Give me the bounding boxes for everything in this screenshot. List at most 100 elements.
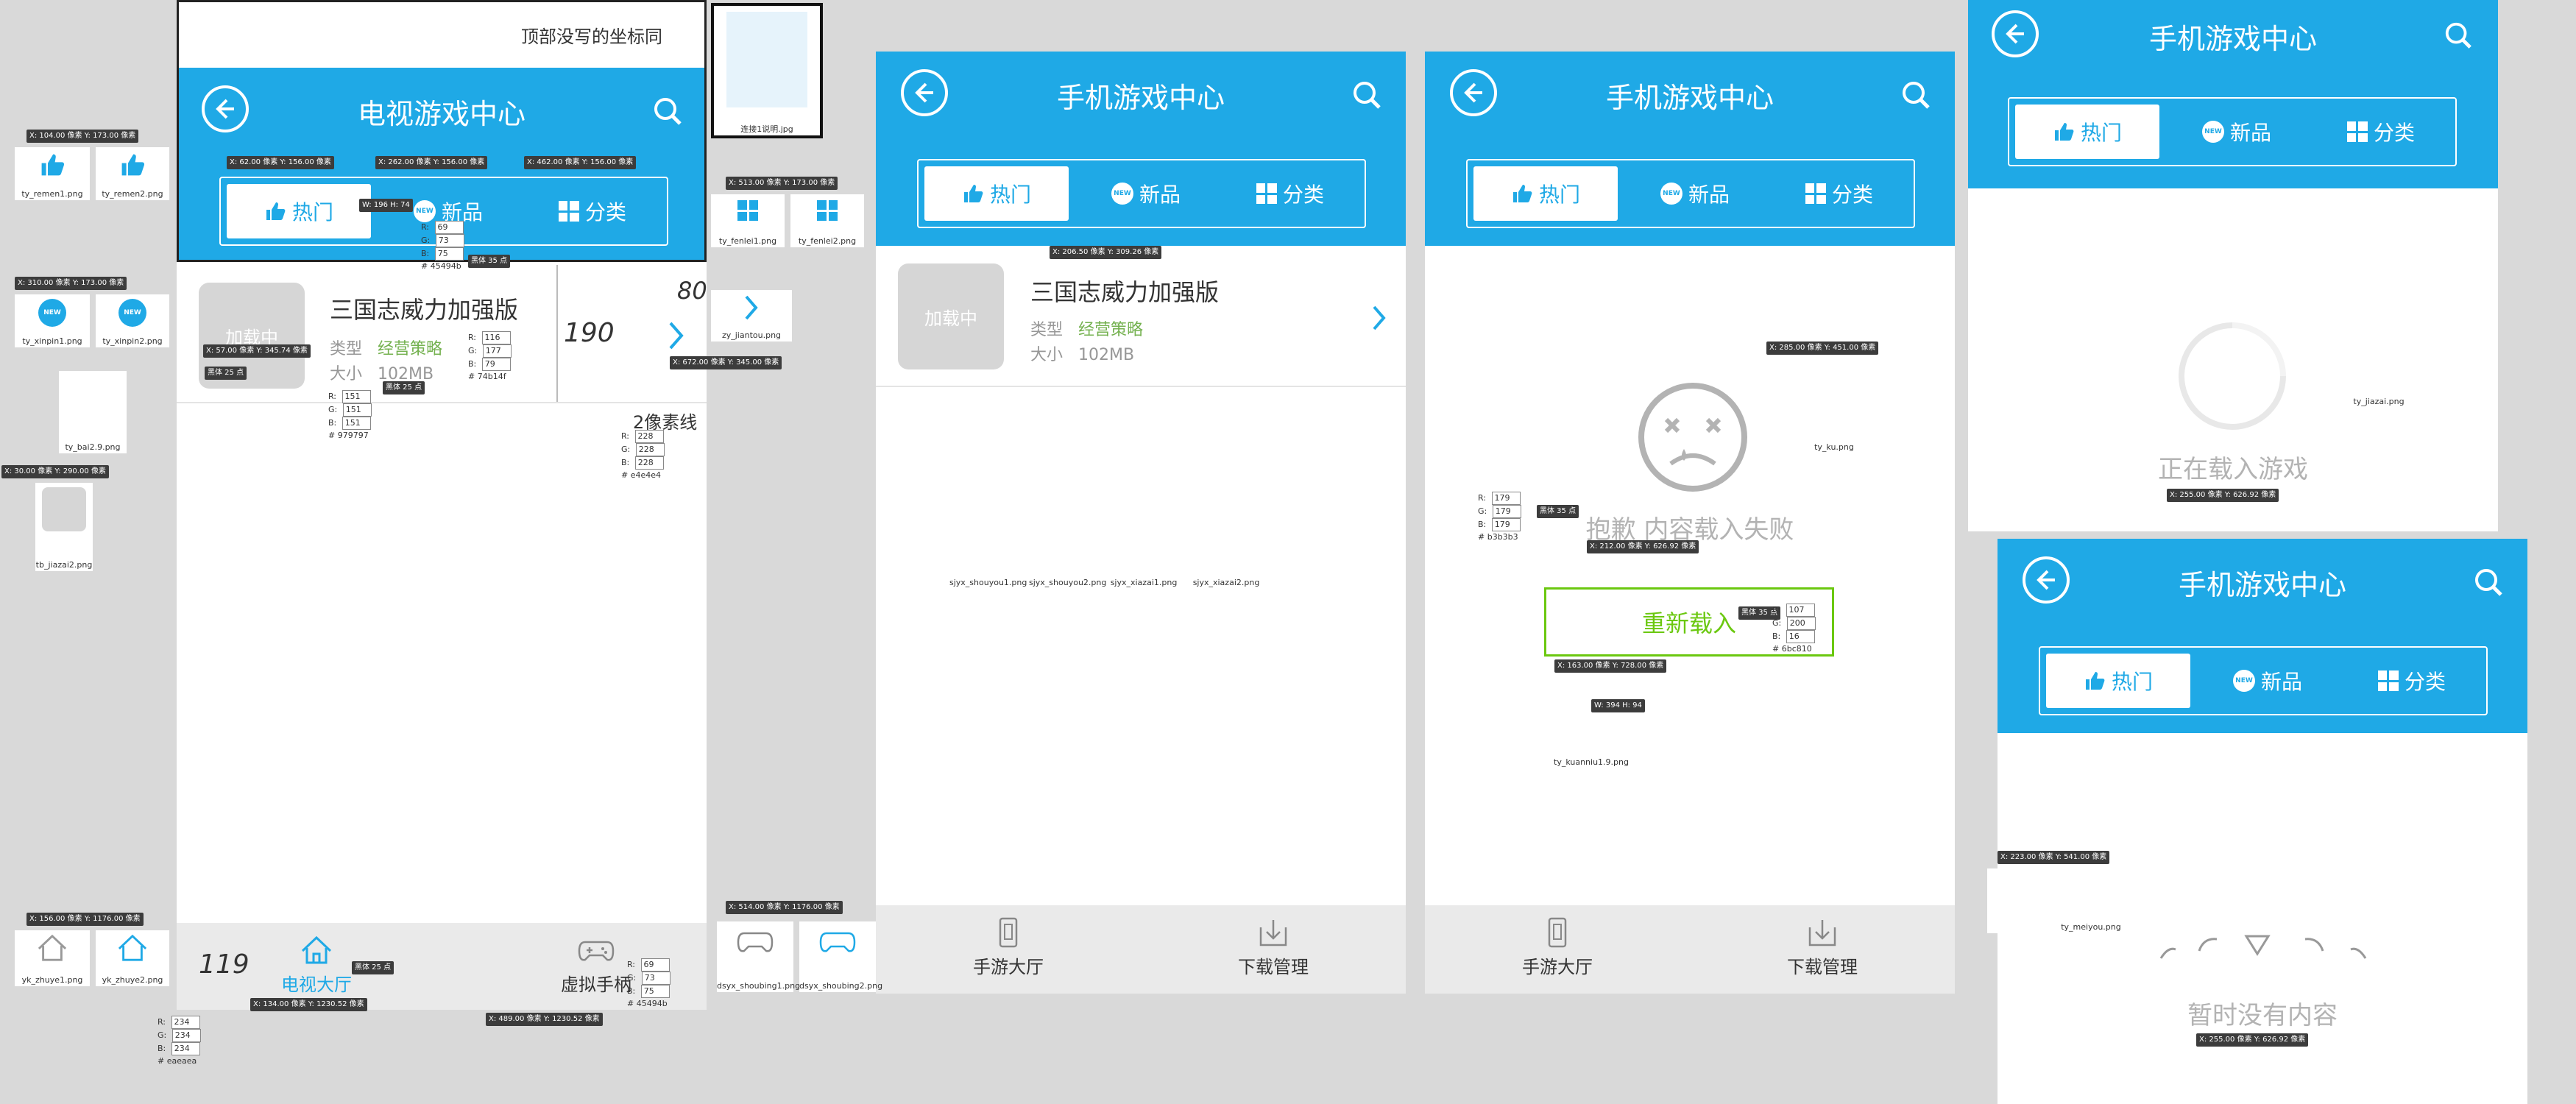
- coord-label: X: 489.00 像素 Y: 1230.52 像素: [486, 1013, 603, 1026]
- search-icon[interactable]: [652, 96, 683, 127]
- asset-lianjie: 连接1说明.jpg: [711, 3, 823, 138]
- grid-icon: [1256, 183, 1277, 204]
- tab-category[interactable]: 分类: [1220, 166, 1360, 221]
- asset-ty-xinpin2: NEW ty_xinpin2.png: [96, 294, 169, 347]
- tab-category[interactable]: 分类: [1769, 166, 1909, 221]
- type-label: 类型: [1030, 321, 1064, 339]
- tab-bar: 热门 NEW 新品 分类: [1466, 159, 1915, 228]
- asset-ty-remen1: ty_remen1.png: [15, 147, 90, 200]
- game-title: 三国志威力加强版: [1030, 278, 1220, 306]
- genre: 经营策略: [1078, 321, 1144, 339]
- new-icon: NEW: [2232, 670, 2255, 692]
- download-icon: [1808, 920, 1836, 946]
- search-icon[interactable]: [1351, 79, 1382, 110]
- tab-hot[interactable]: 热门: [924, 166, 1069, 221]
- tab-category[interactable]: 分类: [523, 184, 662, 238]
- page-title: 手机游戏中心: [1056, 82, 1225, 114]
- coord-label: X: 255.00 像素 Y: 626.92 像素: [2167, 489, 2279, 502]
- color-swatch-45494b: R: 69 G: 73 B: 75 # 45494b: [421, 221, 464, 272]
- header: 手机游戏中心 热门 NEW 新品 分类: [1998, 539, 2527, 733]
- search-icon[interactable]: [2473, 567, 2504, 598]
- asset-sjyx-xiazai1: sjyx_xiazai1.png: [1108, 515, 1179, 589]
- tab-hot[interactable]: 热门: [1473, 166, 1618, 221]
- coord-label: X: 514.00 像素 Y: 1176.00 像素: [726, 901, 843, 914]
- game-size: 大小 102MB: [1030, 342, 1134, 365]
- game-thumbnail: 加载中: [898, 263, 1004, 369]
- hand-80: 80: [677, 277, 707, 305]
- color-swatch-b3b3b3: R: 179 G: 179 B: 179 # b3b3b3: [1478, 492, 1521, 543]
- font-label: 黑体 35 点: [1537, 505, 1579, 518]
- home-icon: [118, 934, 147, 961]
- size-label: 大小: [1030, 346, 1064, 364]
- color-swatch-45494b-2: R: 69 G: 73 B: 75 # 45494b: [627, 958, 670, 1010]
- tab-category-label: 分类: [2373, 121, 2415, 145]
- nav-download-manager[interactable]: 下载管理: [1207, 917, 1340, 978]
- grid-icon: [737, 200, 758, 221]
- grid-icon: [2346, 121, 2368, 142]
- chevron-right-icon: [669, 322, 684, 350]
- home-icon: [38, 934, 67, 961]
- asset-dsyx-shoubing1: dsyx_shoubing1.png: [717, 921, 800, 992]
- size-label: 大小: [330, 365, 363, 383]
- size-value: 102MB: [1078, 346, 1135, 364]
- font-label: 黑体 25 点: [205, 367, 247, 380]
- tab-new[interactable]: NEW 新品: [2198, 654, 2338, 708]
- new-icon: NEW: [118, 299, 146, 327]
- tab-category-label: 分类: [1282, 183, 1324, 207]
- asset-ty-xinpin1: NEW ty_xinpin1.png: [15, 294, 90, 347]
- tab-hot[interactable]: 热门: [227, 184, 371, 238]
- size-label: W: 394 H: 94: [1591, 699, 1645, 712]
- sad-face-icon: [1638, 383, 1747, 492]
- thumbs-up-icon: [41, 154, 65, 176]
- tab-new[interactable]: NEW 新品: [2167, 105, 2307, 159]
- nav-mobile-hall[interactable]: 手游大厅: [1498, 917, 1616, 978]
- tab-new[interactable]: NEW 新品: [1076, 166, 1216, 221]
- nav-download-manager-label: 下载管理: [1238, 957, 1309, 977]
- grid-icon: [2377, 670, 2399, 691]
- search-icon[interactable]: [1900, 79, 1931, 110]
- asset-ty-kuanniu1: ty_kuanniu1.9.png: [1553, 677, 1630, 768]
- tab-hot[interactable]: 热门: [2046, 654, 2190, 708]
- tab-new-label: 新品: [2229, 121, 2271, 145]
- thumbs-up-icon: [121, 154, 145, 176]
- thumbs-up-icon: [963, 185, 983, 202]
- new-icon: NEW: [413, 200, 436, 222]
- mock-empty: 手机游戏中心 热门 NEW 新品 分类 暂时没有内容: [1998, 539, 2527, 1104]
- coord-label: X: 462.00 像素 Y: 156.00 像素: [524, 156, 637, 169]
- nav-mobile-hall[interactable]: 手游大厅: [949, 917, 1067, 978]
- asset-sjyx-shouyou2: sjyx_shouyou2.png: [1029, 515, 1106, 589]
- size-label: W: 196 H: 74: [359, 199, 413, 212]
- loading-message: 正在载入游戏: [2158, 455, 2308, 484]
- search-icon[interactable]: [2444, 21, 2473, 50]
- coord-label: X: 223.00 像素 Y: 541.00 像素: [1998, 851, 2110, 864]
- font-label: 黑体 25 点: [352, 961, 394, 974]
- grid-icon: [817, 200, 838, 221]
- tab-hot[interactable]: 热门: [2015, 105, 2159, 159]
- tab-category[interactable]: 分类: [2311, 105, 2451, 159]
- tab-category[interactable]: 分类: [2342, 654, 2482, 708]
- game-row[interactable]: 加载中 三国志威力加强版 类型 经营策略 大小 102MB: [876, 246, 1406, 387]
- game-title: 三国志威力加强版: [330, 296, 519, 324]
- asset-ty-fenlei1: ty_fenlei1.png: [711, 194, 785, 247]
- font-label: 黑体 25 点: [383, 381, 425, 394]
- game-row[interactable]: 加载中 三国志威力加强版 类型 经营策略 大小 102MB: [177, 262, 707, 403]
- grid-icon: [558, 201, 579, 222]
- gamepad-icon: [819, 932, 856, 952]
- asset-dsyx-shoubing2: dsyx_shoubing2.png: [799, 921, 882, 992]
- phone-icon: [999, 917, 1018, 948]
- page-title: 手机游戏中心: [2178, 569, 2346, 601]
- coord-label: X: 134.00 像素 Y: 1230.52 像素: [250, 998, 367, 1011]
- coord-label: X: 206.50 像素 Y: 309.26 像素: [1050, 246, 1162, 259]
- nav-download-manager-label: 下载管理: [1787, 957, 1858, 977]
- tab-new[interactable]: NEW 新品: [1625, 166, 1765, 221]
- asset-sjyx-shouyou1: sjyx_shouyou1.png: [949, 515, 1027, 589]
- color-swatch-e4e4e4: R: 228 G: 228 B: 228 # e4e4e4: [621, 430, 665, 481]
- coord-label: X: 30.00 像素 Y: 290.00 像素: [1, 465, 109, 478]
- nav-download-manager[interactable]: 下载管理: [1756, 917, 1889, 978]
- tab-new-label: 新品: [1688, 183, 1730, 207]
- tab-bar: 热门 NEW 新品 分类: [917, 159, 1366, 228]
- coord-label: X: 262.00 像素 Y: 156.00 像素: [375, 156, 488, 169]
- header: 手机游戏中心 热门 NEW 新品 分类: [1968, 0, 2498, 188]
- loading-spinner-icon: [2179, 322, 2286, 430]
- coord-label: X: 57.00 像素 Y: 345.74 像素: [203, 344, 311, 358]
